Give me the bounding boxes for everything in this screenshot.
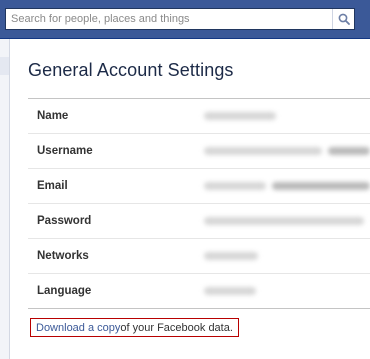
setting-label: Language xyxy=(37,285,92,297)
redacted-value xyxy=(204,287,256,295)
download-copy-link[interactable]: Download a copy xyxy=(36,322,120,334)
page-title: General Account Settings xyxy=(28,60,234,80)
setting-label: Password xyxy=(37,215,92,227)
search-input[interactable] xyxy=(6,9,332,29)
redacted-value xyxy=(328,147,370,155)
search-icon xyxy=(338,13,350,25)
settings-row-username[interactable]: Username xyxy=(28,134,370,169)
setting-label: Networks xyxy=(37,250,89,262)
setting-label: Email xyxy=(37,180,68,192)
search-button[interactable] xyxy=(332,9,354,29)
redacted-value xyxy=(272,182,370,190)
redacted-value xyxy=(204,252,258,260)
setting-label: Name xyxy=(37,110,69,122)
redacted-value xyxy=(204,217,364,225)
download-notice-text: of your Facebook data. xyxy=(120,321,233,334)
settings-row-name[interactable]: Name xyxy=(28,99,370,134)
redacted-value xyxy=(204,112,276,120)
sidebar-selected-item[interactable] xyxy=(0,57,9,75)
settings-row-password[interactable]: Password xyxy=(28,204,370,239)
left-sidebar xyxy=(0,39,10,359)
settings-row-networks[interactable]: Networks xyxy=(28,239,370,274)
redacted-value xyxy=(204,147,322,155)
settings-row-email[interactable]: Email xyxy=(28,169,370,204)
redacted-value xyxy=(204,182,266,190)
settings-table: Name Username Email Password Networks La… xyxy=(28,98,370,309)
search-box xyxy=(5,8,355,30)
setting-label: Username xyxy=(37,145,93,157)
top-bar xyxy=(0,0,370,39)
settings-row-language[interactable]: Language xyxy=(28,274,370,309)
download-data-notice: Download a copy of your Facebook data. xyxy=(30,318,239,337)
